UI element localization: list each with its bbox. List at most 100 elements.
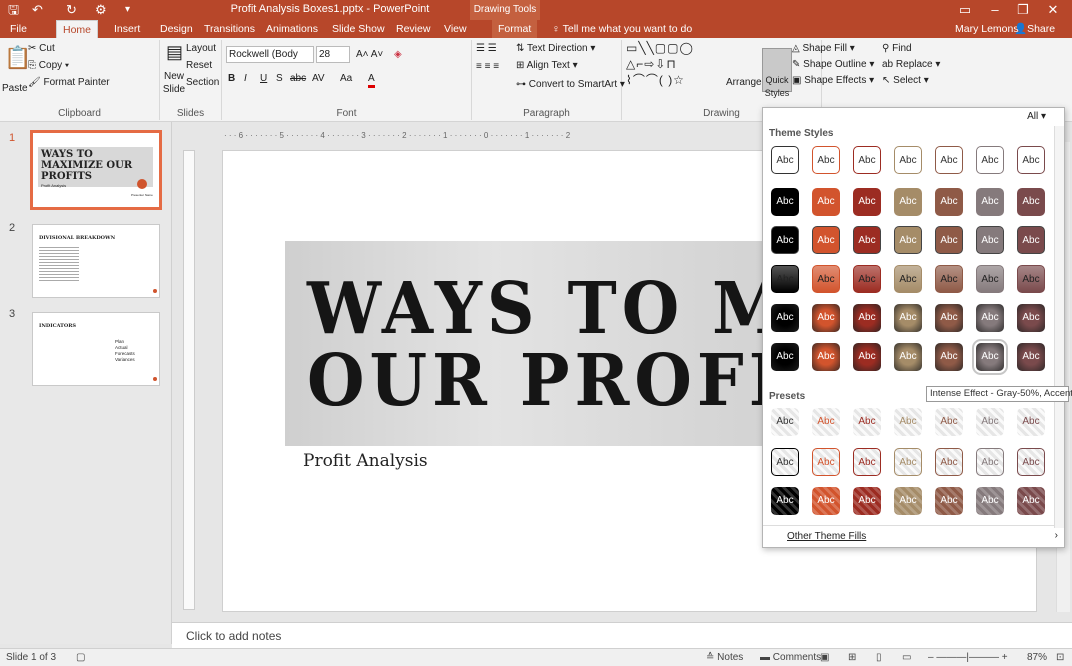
preset-style-swatch[interactable]: Abc <box>976 487 1004 515</box>
theme-style-swatch[interactable]: Abc <box>935 304 963 332</box>
shape-outline-button[interactable]: ✎ Shape Outline ▾ <box>792 58 874 71</box>
tab-slideshow[interactable]: Slide Show <box>332 20 385 38</box>
theme-style-swatch[interactable]: Abc <box>771 188 799 216</box>
preset-style-swatch[interactable]: Abc <box>1017 487 1045 515</box>
comments-toggle[interactable]: ▬ Comments <box>760 649 821 666</box>
align-icons[interactable]: ≡ ≡ ≡ <box>476 60 499 73</box>
font-family-select[interactable]: Rockwell (Body <box>226 46 314 63</box>
char-spacing-button[interactable]: AV <box>312 72 325 85</box>
paste-button[interactable]: Paste <box>2 82 28 95</box>
slideshow-icon[interactable]: ▭ <box>902 649 911 666</box>
theme-style-swatch[interactable]: Abc <box>1017 188 1045 216</box>
shapes-gallery[interactable]: ▭╲╲▢▢◯ <box>626 42 694 55</box>
shape-effects-button[interactable]: ▣ Shape Effects ▾ <box>792 74 874 87</box>
normal-view-icon[interactable]: ▣ <box>820 649 829 666</box>
tab-file[interactable]: File <box>10 20 27 38</box>
layout-button[interactable]: Layout <box>186 42 216 55</box>
maximize-icon[interactable]: ❐ <box>1013 1 1033 19</box>
theme-style-swatch[interactable]: Abc <box>1017 146 1045 174</box>
customize-icon[interactable]: ⚙ <box>95 2 107 18</box>
tab-review[interactable]: Review <box>396 20 430 38</box>
preset-style-swatch[interactable]: Abc <box>853 448 881 476</box>
theme-style-swatch[interactable]: Abc <box>812 226 840 254</box>
align-text-button[interactable]: ⊞ Align Text ▾ <box>516 59 578 72</box>
new-slide-button[interactable]: New Slide <box>160 70 188 96</box>
theme-style-swatch[interactable]: Abc <box>1017 343 1045 371</box>
theme-style-swatch[interactable]: Abc <box>894 343 922 371</box>
strikethrough-button[interactable]: abc <box>290 72 306 85</box>
zoom-level[interactable]: 87% <box>1027 649 1047 666</box>
theme-style-swatch[interactable]: Abc <box>935 188 963 216</box>
preset-style-swatch[interactable]: Abc <box>812 408 840 436</box>
bold-button[interactable]: B <box>228 72 235 85</box>
section-button[interactable]: Section <box>186 76 219 89</box>
select-button[interactable]: ↖ Select ▾ <box>882 74 929 87</box>
theme-style-swatch[interactable]: Abc <box>894 304 922 332</box>
fit-slide-icon[interactable]: ⊡ <box>1056 649 1064 666</box>
theme-style-swatch[interactable]: Abc <box>771 146 799 174</box>
preset-style-swatch[interactable]: Abc <box>894 487 922 515</box>
preset-style-swatch[interactable]: Abc <box>976 408 1004 436</box>
notes-toggle[interactable]: ≙ Notes <box>706 649 743 666</box>
other-theme-fills[interactable]: Other Theme Fills <box>787 531 866 542</box>
reset-button[interactable]: Reset <box>186 59 212 72</box>
theme-style-swatch[interactable]: Abc <box>853 343 881 371</box>
preset-style-swatch[interactable]: Abc <box>894 448 922 476</box>
sorter-view-icon[interactable]: ⊞ <box>848 649 856 666</box>
share-button[interactable]: 👤Share <box>1014 20 1055 38</box>
other-fills-row[interactable]: Other Theme Fills › <box>763 525 1064 547</box>
theme-style-swatch[interactable]: Abc <box>894 146 922 174</box>
theme-style-swatch[interactable]: Abc <box>935 146 963 174</box>
zoom-slider[interactable]: – ———|——— + <box>928 649 1008 666</box>
theme-style-swatch[interactable]: Abc <box>935 226 963 254</box>
theme-style-swatch[interactable]: Abc <box>1017 304 1045 332</box>
preset-style-swatch[interactable]: Abc <box>853 408 881 436</box>
spellcheck-icon[interactable]: ▢ <box>76 649 85 666</box>
preset-style-swatch[interactable]: Abc <box>935 408 963 436</box>
preset-style-swatch[interactable]: Abc <box>771 448 799 476</box>
preset-style-swatch[interactable]: Abc <box>771 408 799 436</box>
theme-style-swatch[interactable]: Abc <box>972 339 1008 375</box>
minimize-icon[interactable]: – <box>985 1 1005 19</box>
text-direction-button[interactable]: ⇅ Text Direction ▾ <box>516 42 595 55</box>
theme-style-swatch[interactable]: Abc <box>853 188 881 216</box>
shadow-button[interactable]: S <box>276 72 283 85</box>
theme-style-swatch[interactable]: Abc <box>771 343 799 371</box>
redo-icon[interactable]: ↻ <box>66 2 77 18</box>
theme-style-swatch[interactable]: Abc <box>812 265 840 293</box>
shape-fill-button[interactable]: ◬ Shape Fill ▾ <box>792 42 855 55</box>
format-painter-button[interactable]: 🖌 Format Painter <box>28 76 110 89</box>
theme-style-swatch[interactable]: Abc <box>853 265 881 293</box>
theme-style-swatch[interactable]: Abc <box>853 146 881 174</box>
bullets-icon[interactable]: ☰ ☰ <box>476 42 497 55</box>
font-color-button[interactable]: A <box>368 72 375 88</box>
slide-subtitle[interactable]: Profit Analysis <box>303 451 428 471</box>
tab-view[interactable]: View <box>444 20 467 38</box>
theme-style-swatch[interactable]: Abc <box>812 146 840 174</box>
qat-menu-icon[interactable]: ▾ <box>125 2 130 18</box>
cut-button[interactable]: ✂ Cut <box>28 42 55 55</box>
preset-style-swatch[interactable]: Abc <box>1017 408 1045 436</box>
preset-style-swatch[interactable]: Abc <box>853 487 881 515</box>
theme-style-swatch[interactable]: Abc <box>812 188 840 216</box>
preset-style-swatch[interactable]: Abc <box>935 487 963 515</box>
theme-style-swatch[interactable]: Abc <box>771 226 799 254</box>
shapes-gallery-row3[interactable]: ⌇⌒⌒( )☆ <box>626 74 685 87</box>
theme-style-swatch[interactable]: Abc <box>976 265 1004 293</box>
user-name[interactable]: Mary Lemons <box>955 20 1019 38</box>
theme-style-swatch[interactable]: Abc <box>853 226 881 254</box>
theme-style-swatch[interactable]: Abc <box>976 188 1004 216</box>
theme-style-swatch[interactable]: Abc <box>1017 265 1045 293</box>
tab-transitions[interactable]: Transitions <box>204 20 255 38</box>
slide-thumbnail-2[interactable]: DIVISIONAL BREAKDOWN <box>32 224 160 298</box>
theme-style-swatch[interactable]: Abc <box>976 226 1004 254</box>
theme-style-swatch[interactable]: Abc <box>935 343 963 371</box>
copy-button[interactable]: ⎘ Copy ▾ <box>28 59 69 72</box>
shapes-gallery-row2[interactable]: △⌐⇨⇩⊓ <box>626 58 677 71</box>
tab-home[interactable]: Home <box>56 20 99 38</box>
theme-style-swatch[interactable]: Abc <box>1017 226 1045 254</box>
replace-button[interactable]: ab Replace ▾ <box>882 58 940 71</box>
preset-style-swatch[interactable]: Abc <box>976 448 1004 476</box>
close-icon[interactable]: ✕ <box>1043 1 1063 19</box>
preset-style-swatch[interactable]: Abc <box>812 448 840 476</box>
